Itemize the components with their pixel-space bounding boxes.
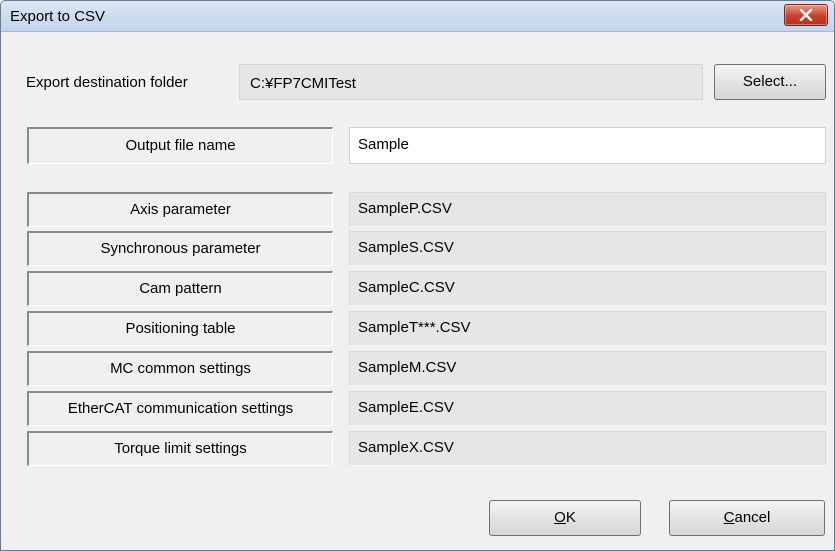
axis-parameter-file: SampleP.CSV <box>349 192 826 227</box>
window-title: Export to CSV <box>10 8 106 25</box>
export-destination-path: C:¥FP7CMITest <box>239 64 703 100</box>
positioning-table-file: SampleT***.CSV <box>349 311 826 346</box>
export-to-csv-dialog: Export to CSV Export destination folder … <box>0 0 835 551</box>
cancel-mnemonic: C <box>723 509 735 526</box>
mc-common-settings-label: MC common settings <box>27 351 333 386</box>
axis-parameter-label: Axis parameter <box>27 192 333 227</box>
export-destination-label: Export destination folder <box>26 74 188 91</box>
title-bar: Export to CSV <box>1 1 834 32</box>
cancel-button[interactable]: Cancel <box>669 500 825 536</box>
synchronous-parameter-file: SampleS.CSV <box>349 231 826 266</box>
torque-limit-settings-label: Torque limit settings <box>27 431 333 466</box>
ok-mnemonic: O <box>554 509 566 526</box>
torque-limit-settings-file: SampleX.CSV <box>349 431 826 466</box>
output-file-name-input[interactable]: Sample <box>349 127 826 164</box>
mc-common-settings-file: SampleM.CSV <box>349 351 826 386</box>
close-icon <box>799 9 813 21</box>
ok-label-rest: K <box>565 509 576 526</box>
ok-button[interactable]: OK <box>489 500 641 536</box>
synchronous-parameter-label: Synchronous parameter <box>27 231 333 266</box>
output-file-name-label: Output file name <box>27 127 333 164</box>
ethercat-communication-settings-file: SampleE.CSV <box>349 391 826 426</box>
cancel-label-rest: ancel <box>734 509 771 526</box>
ethercat-communication-settings-label: EtherCAT communication settings <box>27 391 333 426</box>
positioning-table-label: Positioning table <box>27 311 333 346</box>
close-button[interactable] <box>784 4 828 26</box>
cam-pattern-label: Cam pattern <box>27 271 333 306</box>
cam-pattern-file: SampleC.CSV <box>349 271 826 306</box>
select-folder-button[interactable]: Select... <box>714 64 826 100</box>
